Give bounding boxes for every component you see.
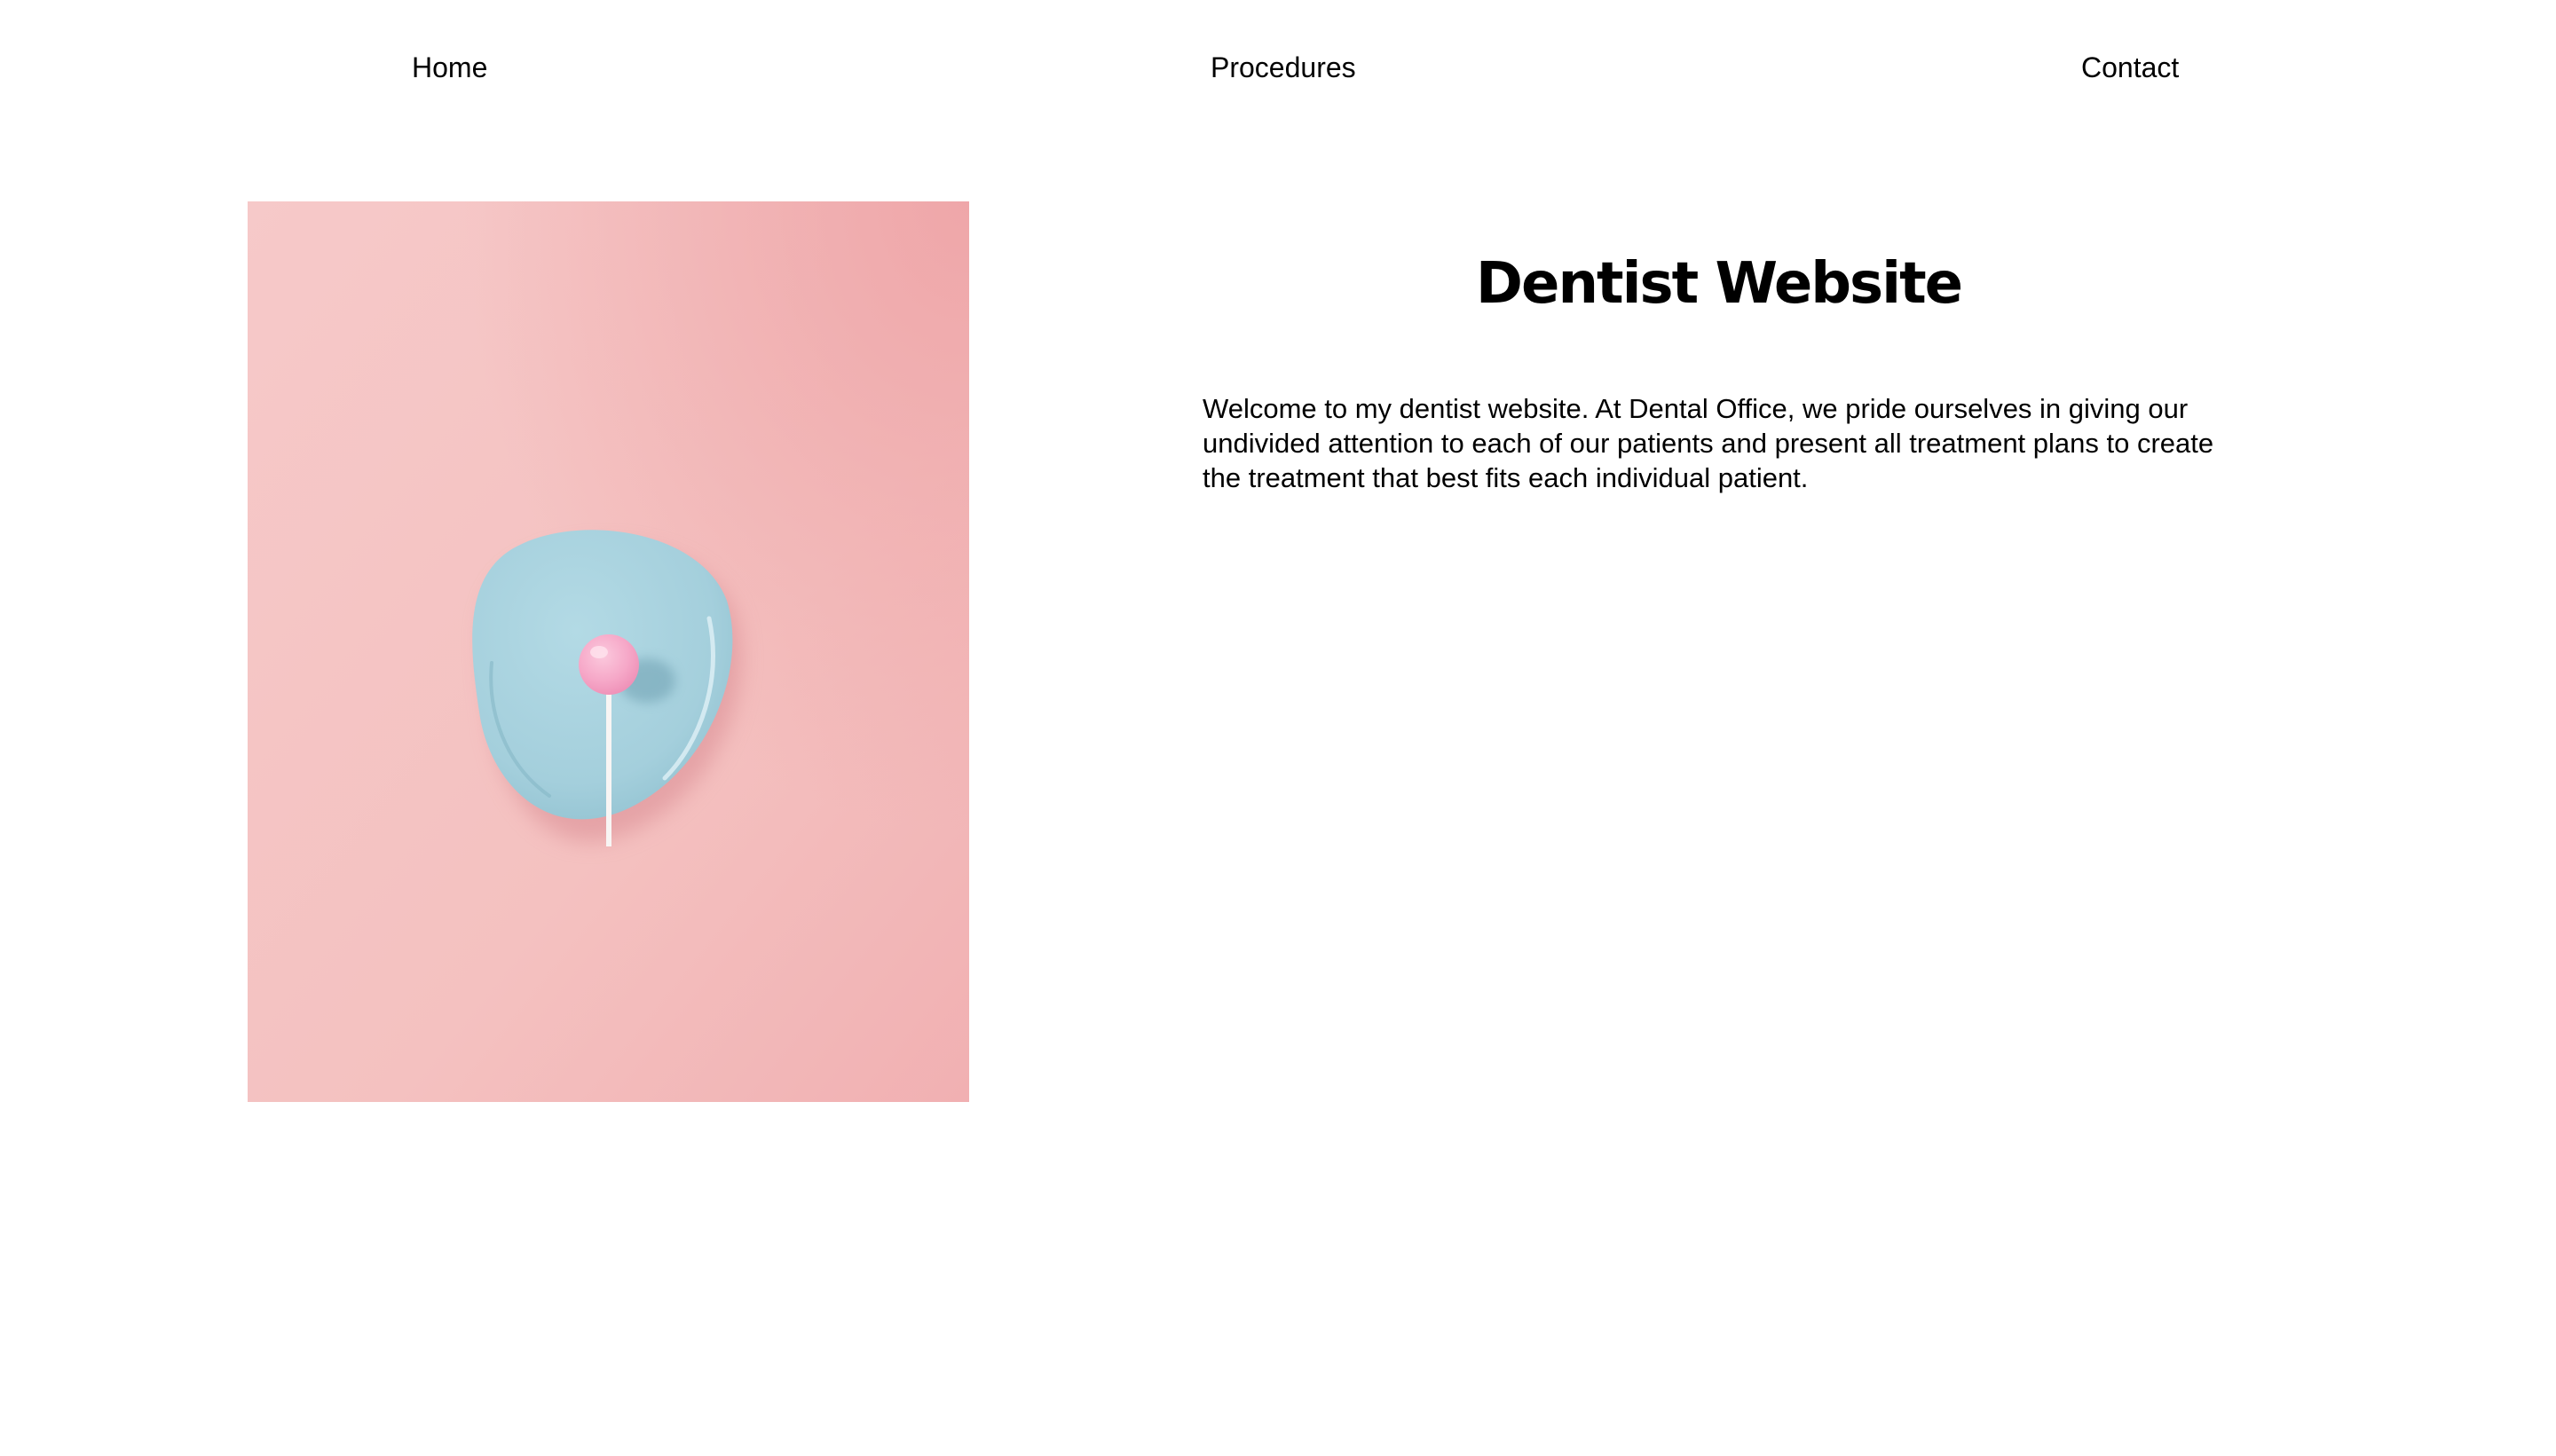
nav-link-contact[interactable]: Contact <box>2081 51 2179 83</box>
page-title: Dentist Website <box>1475 251 1963 317</box>
top-nav: Home Procedures Contact <box>0 0 2556 133</box>
lollipop-plate-illustration <box>248 201 969 1102</box>
nav-link-home[interactable]: Home <box>412 51 487 83</box>
page: Home Procedures Contact Dentist Website … <box>0 0 2556 1456</box>
nav-link-procedures[interactable]: Procedures <box>1211 51 1356 83</box>
lollipop-candy-highlight <box>590 646 608 658</box>
hero-image <box>248 201 969 1102</box>
intro-paragraph: Welcome to my dentist website. At Dental… <box>1203 393 2214 493</box>
lollipop-candy <box>579 634 639 695</box>
